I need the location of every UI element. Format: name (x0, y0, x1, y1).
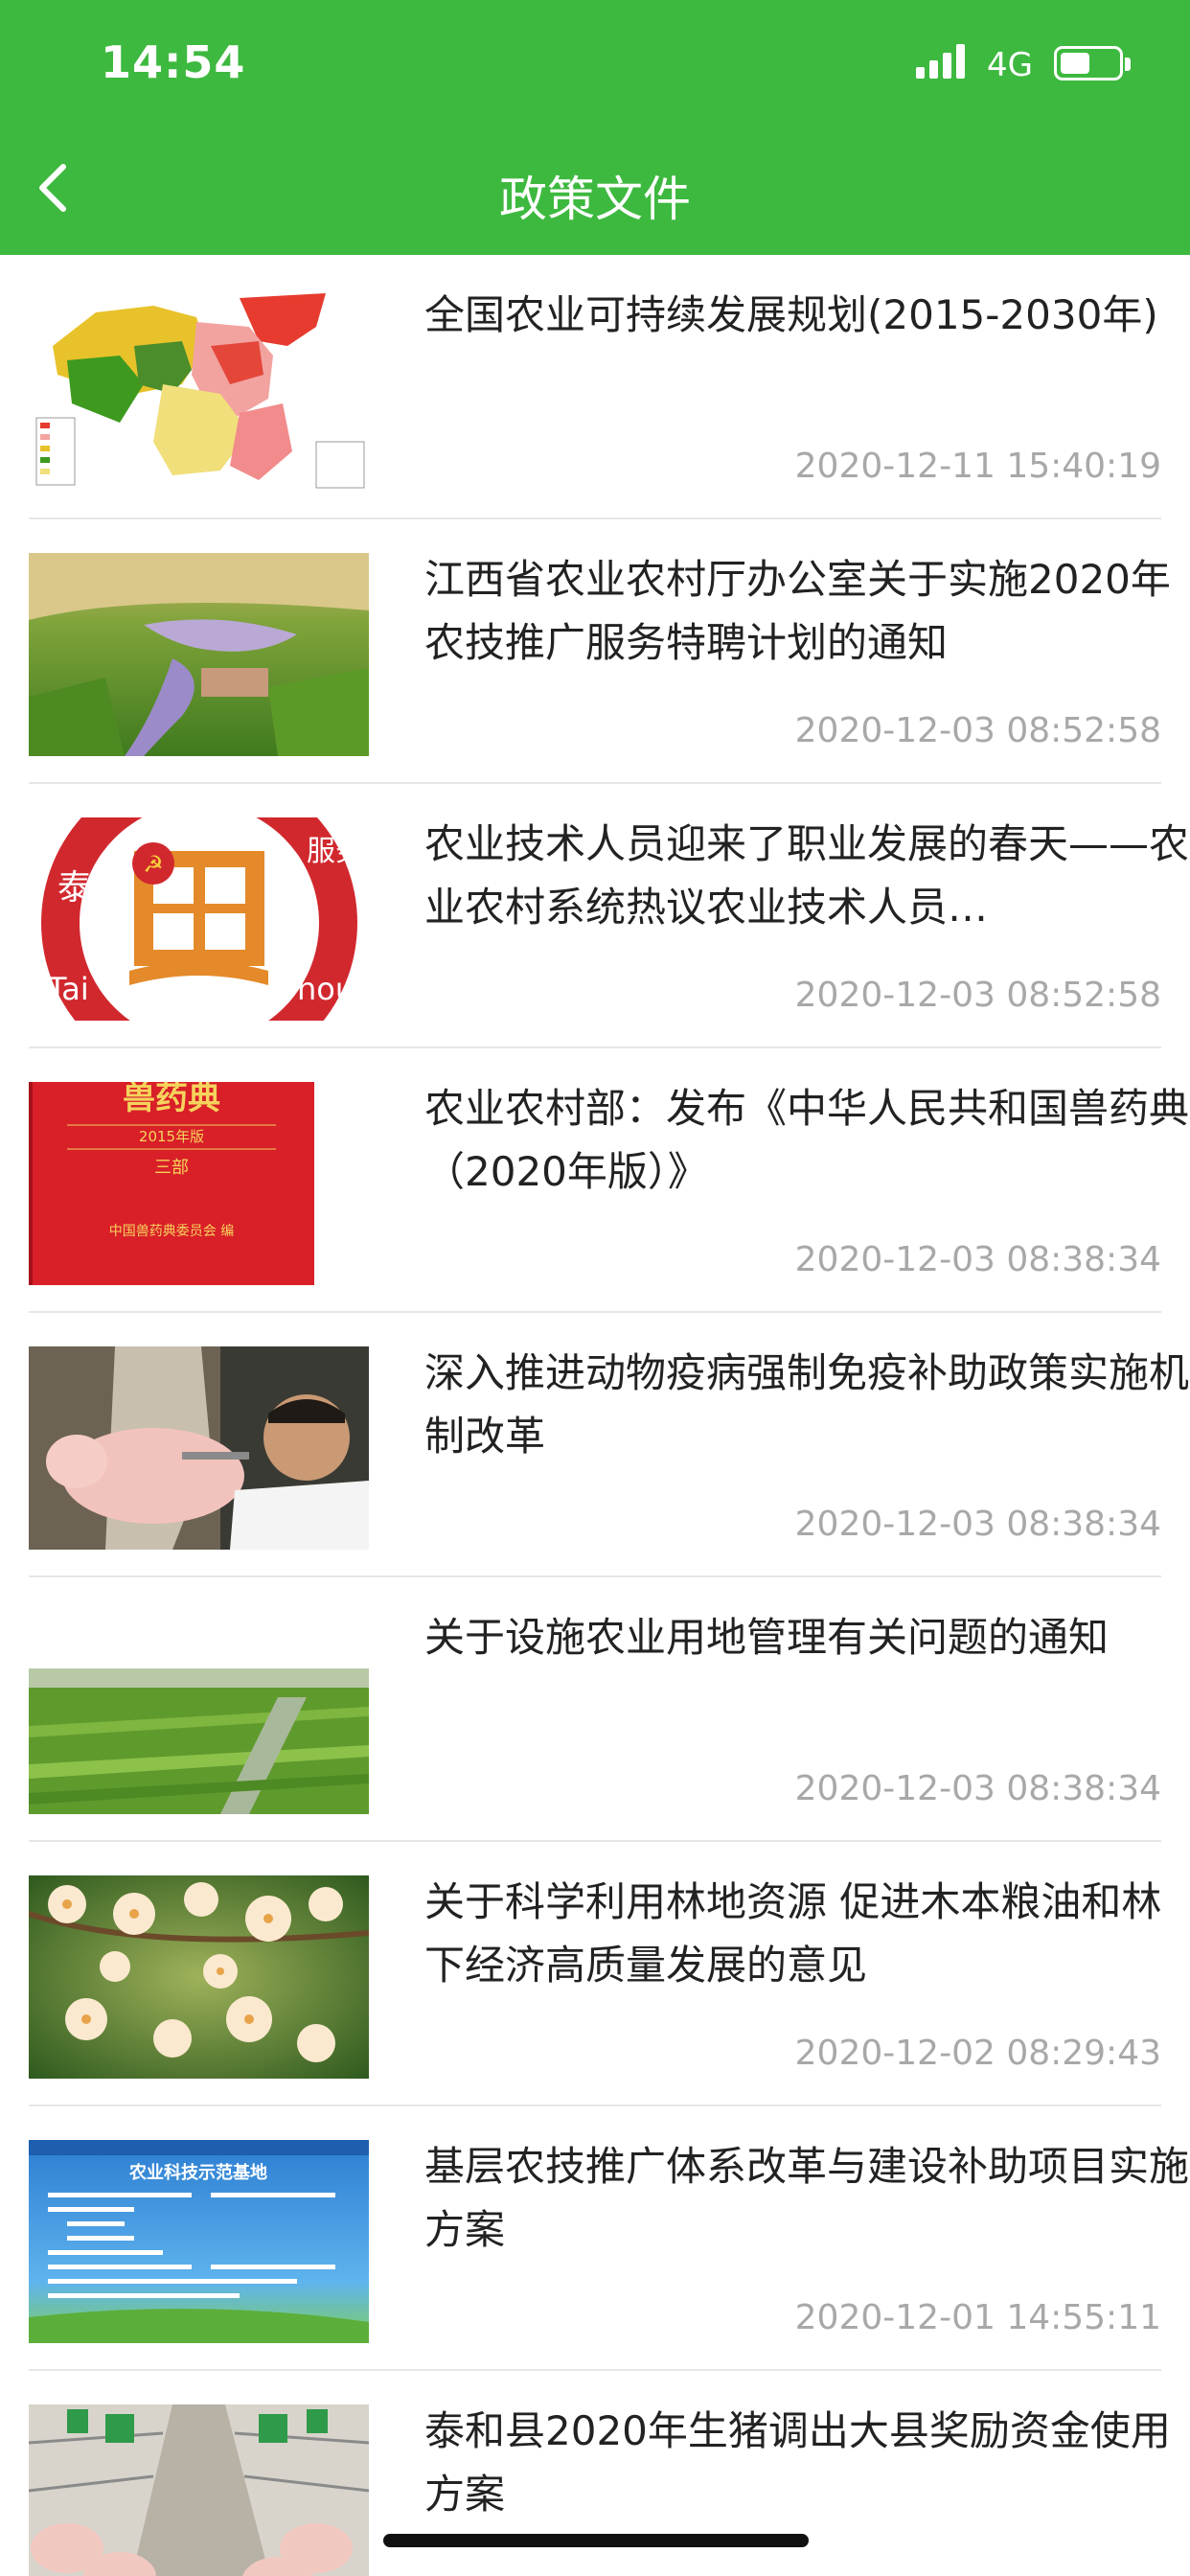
item-title: 泰和县2020年生猪调出大县奖励资金使用方案 (424, 2407, 1171, 2518)
battery-icon (1054, 46, 1131, 80)
item-title: 全国农业可持续发展规划(2015-2030年) (424, 291, 1158, 338)
item-title: 基层农技推广体系改革与建设补助项目实施方案 (424, 2143, 1190, 2253)
item-date: 2020-12-03 08:52:58 (794, 976, 1161, 1015)
list-item[interactable]: 全国农业可持续发展规划(2015-2030年) 2020-12-11 15:40… (29, 255, 1161, 519)
item-date: 2020-12-02 08:29:43 (794, 2034, 1161, 2073)
status-time: 14:54 (101, 36, 246, 88)
list-item[interactable]: 农业科技示范基地 基层农技推广体系改革与建设补助项目实施方案 2020-12-0… (29, 2106, 1189, 2371)
thumbnail-farmland-lake (29, 553, 369, 756)
book-title-text: 兽药典 (123, 1082, 220, 1117)
thumbnail-service-emblem: ☭ 泰和 服务团 Tai hou (29, 817, 369, 1021)
item-date: 2020-12-03 08:38:34 (794, 1240, 1161, 1279)
item-date: 2020-12-03 08:38:34 (794, 1505, 1161, 1544)
list-item[interactable]: 关于科学利用林地资源 促进木本粮油和林下经济高质量发展的意见 2020-12-0… (29, 1842, 1161, 2106)
list-item[interactable]: 深入推进动物疫病强制免疫补助政策实施机制改革 2020-12-03 08:38:… (29, 1313, 1189, 1577)
item-title: 农业农村部：发布《中华人民共和国兽药典（2020年版）》 (424, 1085, 1190, 1195)
page-title: 政策文件 (499, 172, 691, 227)
list-item[interactable]: 江西省农业农村厅办公室关于实施2020年农技推广服务特聘计划的通知 2020-1… (29, 519, 1171, 784)
book-part-text: 三部 (154, 1158, 189, 1178)
svg-text:☭: ☭ (143, 851, 164, 878)
item-date: 2020-12-03 08:52:58 (794, 711, 1161, 750)
policy-list: 全国农业可持续发展规划(2015-2030年) 2020-12-11 15:40… (0, 255, 1190, 2576)
book-edition-text: 2015年版 (139, 1128, 204, 1145)
emblem-text-right: 服务团 (307, 835, 369, 868)
emblem-text-bottom-right: hou (297, 971, 355, 1007)
emblem-text-bottom-left: Tai (47, 971, 89, 1007)
signal-icon (916, 44, 970, 79)
home-indicator[interactable] (383, 2534, 809, 2547)
thumbnail-demo-sign: 农业科技示范基地 (29, 2140, 369, 2343)
thumbnail-red-book: 兽药典 2015年版 三部 中国兽药典委员会 编 (29, 1082, 369, 1285)
list-item[interactable]: 兽药典 2015年版 三部 中国兽药典委员会 编 农业农村部：发布《中华人民共和… (29, 1048, 1189, 1313)
item-title: 江西省农业农村厅办公室关于实施2020年农技推广服务特聘计划的通知 (424, 556, 1171, 666)
network-type: 4G (987, 46, 1033, 84)
sign-title-text: 农业科技示范基地 (128, 2162, 267, 2183)
list-item[interactable]: 关于设施农业用地管理有关问题的通知 2020-12-03 08:38:34 (29, 1577, 1161, 1842)
thumbnail-flowers (29, 1875, 369, 2079)
thumbnail-green-fields (29, 1611, 369, 1814)
thumbnail-pig-vaccination (29, 1346, 369, 1550)
item-title: 深入推进动物疫病强制免疫补助政策实施机制改革 (424, 1349, 1190, 1460)
thumbnail-pig-farm (29, 2404, 369, 2576)
book-publisher-text: 中国兽药典委员会 编 (109, 1224, 234, 1239)
item-title: 关于科学利用林地资源 促进木本粮油和林下经济高质量发展的意见 (424, 1878, 1162, 1989)
top-bar: 14:54 4G 政策文件 (0, 0, 1190, 255)
list-item[interactable]: ☭ 泰和 服务团 Tai hou 农业技术人员迎来了职业发展的春天——农业农村系… (29, 784, 1189, 1048)
emblem-text-left: 泰和 (57, 868, 126, 908)
item-date: 2020-12-01 14:55:11 (794, 2298, 1161, 2337)
item-title: 关于设施农业用地管理有关问题的通知 (424, 1614, 1110, 1661)
item-title: 农业技术人员迎来了职业发展的春天——农业农村系统热议农业技术人员… (424, 820, 1190, 931)
item-date: 2020-12-11 15:40:19 (794, 447, 1161, 486)
item-date: 2020-12-03 08:38:34 (794, 1769, 1161, 1808)
status-bar: 14:54 4G (0, 0, 1190, 125)
thumbnail-china-map (29, 288, 369, 492)
